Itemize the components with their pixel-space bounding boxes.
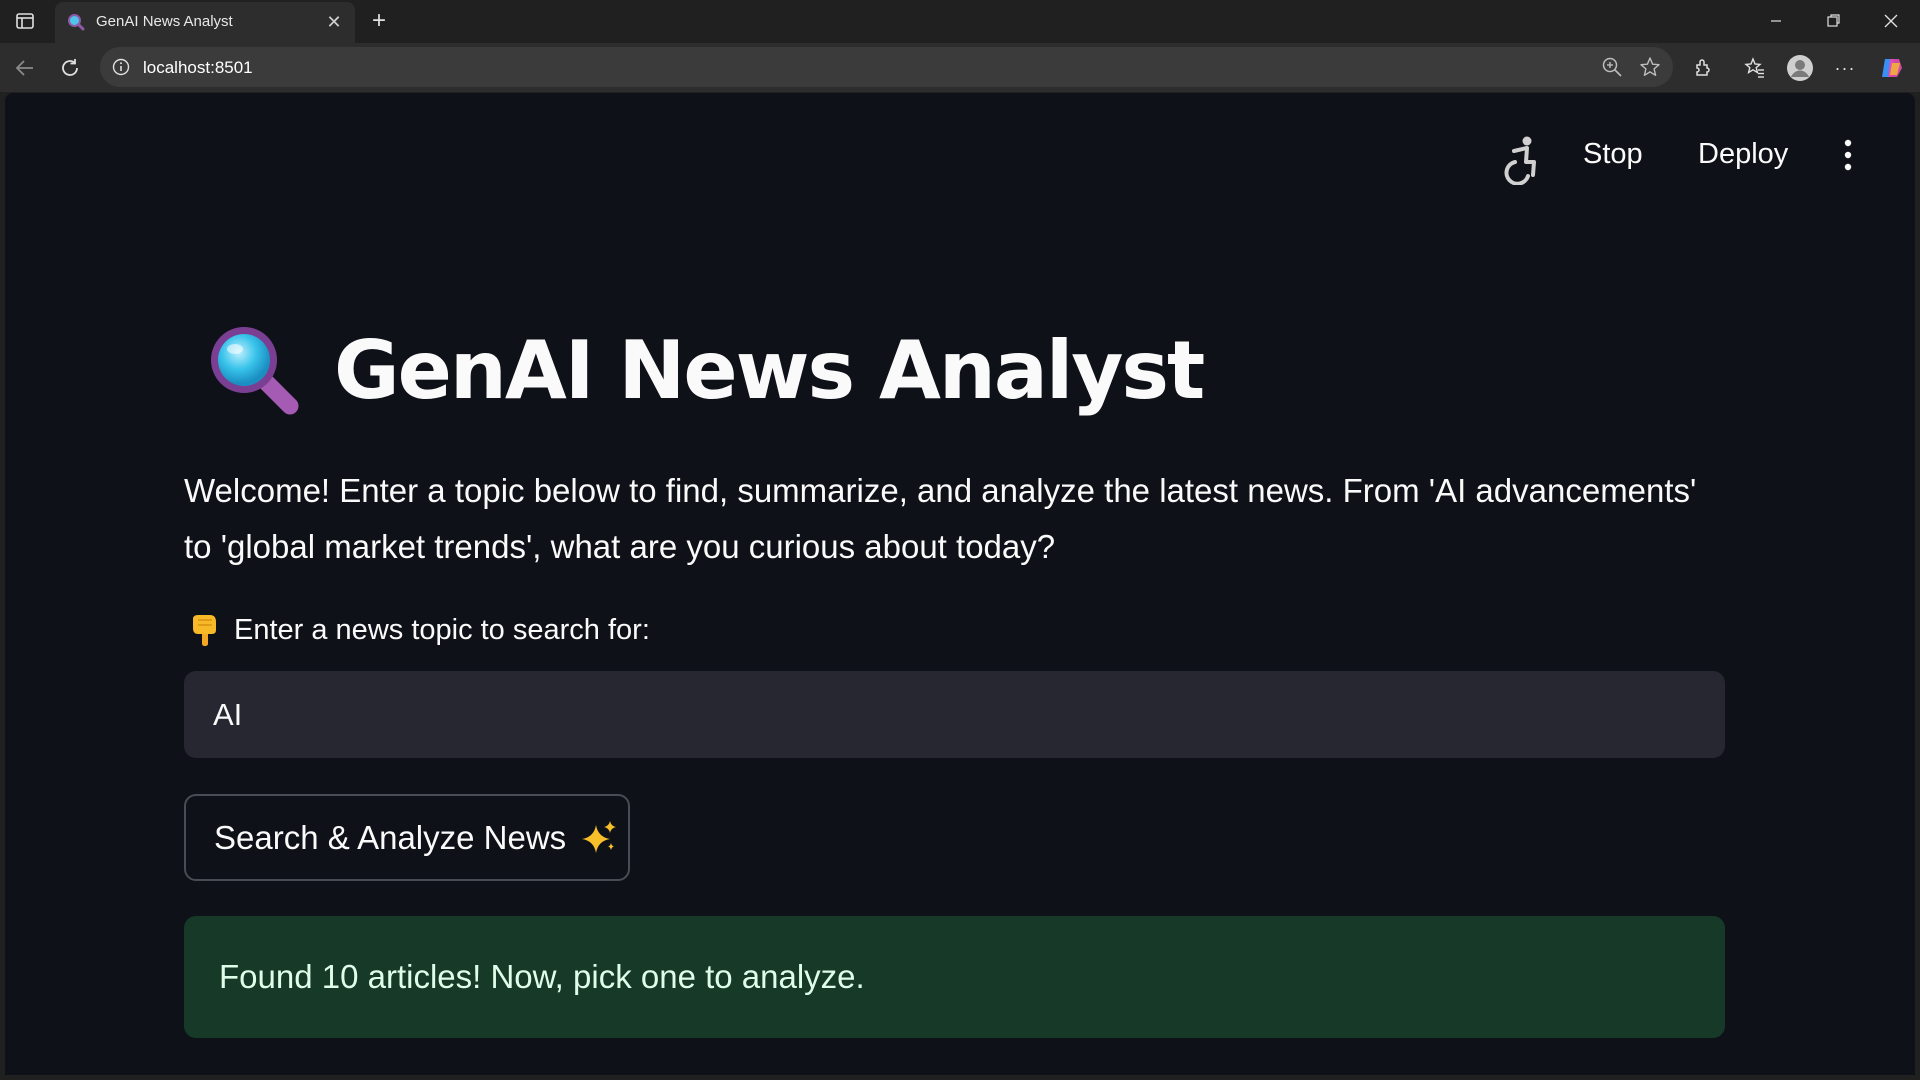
favorite-star-icon[interactable] bbox=[1639, 56, 1661, 78]
accessibility-icon[interactable] bbox=[1500, 135, 1542, 185]
profile-avatar-icon[interactable] bbox=[1785, 53, 1815, 83]
success-alert: Found 10 articles! Now, pick one to anal… bbox=[184, 916, 1725, 1038]
sparkles-icon bbox=[582, 820, 617, 853]
more-options-icon[interactable]: ··· bbox=[1830, 53, 1860, 83]
app-header: Stop Deploy bbox=[5, 93, 1915, 213]
browser-tab[interactable]: GenAI News Analyst ✕ bbox=[55, 2, 355, 43]
pointing-down-hand-icon bbox=[193, 615, 216, 646]
url-text[interactable]: localhost:8501 bbox=[143, 58, 253, 78]
back-arrow-icon[interactable] bbox=[10, 53, 40, 83]
favorites-icon[interactable] bbox=[1740, 53, 1770, 83]
stop-button[interactable]: Stop bbox=[1583, 138, 1643, 171]
new-tab-icon[interactable]: + bbox=[364, 6, 394, 36]
magnifying-glass-icon bbox=[211, 327, 299, 415]
main-menu-icon[interactable] bbox=[1837, 137, 1859, 173]
magnifying-glass-icon bbox=[68, 14, 85, 31]
extensions-icon[interactable] bbox=[1688, 53, 1718, 83]
search-analyze-button[interactable]: Search & Analyze News bbox=[184, 794, 630, 881]
tab-title: GenAI News Analyst bbox=[96, 13, 233, 30]
restore-icon[interactable] bbox=[1814, 6, 1854, 36]
browser-toolbar: localhost:8501 ··· bbox=[0, 43, 1920, 92]
address-bar[interactable]: localhost:8501 bbox=[100, 47, 1673, 87]
browser-tabstrip: GenAI News Analyst ✕ + bbox=[0, 0, 1920, 43]
page-title: GenAI News Analyst bbox=[334, 323, 1205, 417]
close-tab-icon[interactable]: ✕ bbox=[323, 11, 345, 33]
minimize-icon[interactable] bbox=[1756, 6, 1796, 36]
deploy-button[interactable]: Deploy bbox=[1698, 138, 1788, 171]
site-info-icon[interactable] bbox=[112, 58, 130, 76]
close-window-icon[interactable] bbox=[1871, 6, 1911, 36]
welcome-text: Welcome! Enter a topic below to find, su… bbox=[184, 472, 1697, 565]
reload-icon[interactable] bbox=[55, 53, 85, 83]
tab-actions-icon[interactable] bbox=[12, 9, 38, 33]
app-viewport: Stop Deploy GenAI News Analyst Welcome! … bbox=[5, 93, 1915, 1075]
success-message: Found 10 articles! Now, pick one to anal… bbox=[219, 958, 865, 995]
page-title-row: GenAI News Analyst bbox=[204, 315, 1205, 425]
topic-search-input[interactable]: AI bbox=[184, 671, 1725, 758]
topic-input-label-text: Enter a news topic to search for: bbox=[234, 613, 650, 646]
topic-input-label: Enter a news topic to search for: bbox=[184, 613, 650, 647]
zoom-icon[interactable] bbox=[1601, 56, 1623, 78]
copilot-icon[interactable] bbox=[1877, 53, 1907, 83]
search-analyze-button-label: Search & Analyze News bbox=[214, 818, 567, 856]
